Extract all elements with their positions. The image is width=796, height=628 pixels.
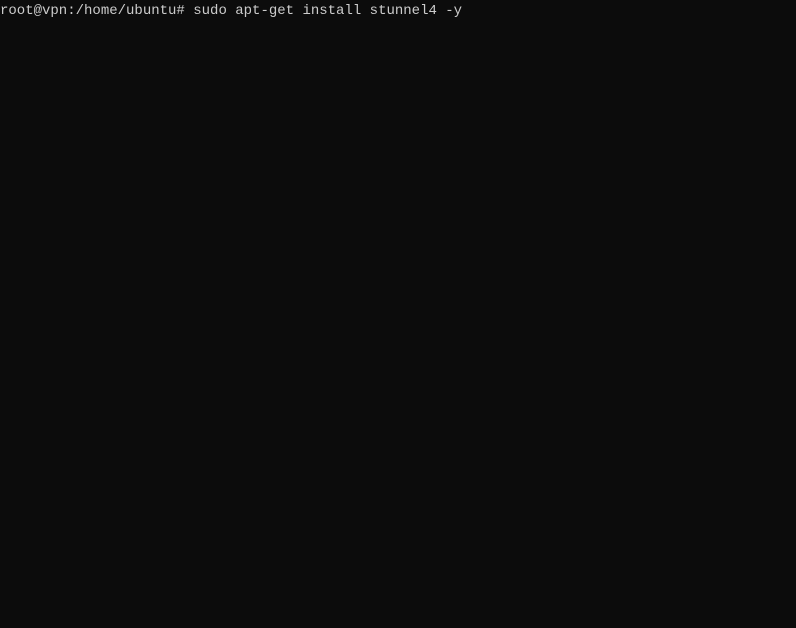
terminal-window[interactable]: root@vpn:/home/ubuntu# sudo apt-get inst… (0, 0, 796, 628)
command-input[interactable]: sudo apt-get install stunnel4 -y (193, 2, 462, 20)
shell-prompt: root@vpn:/home/ubuntu# (0, 2, 193, 20)
terminal-line: root@vpn:/home/ubuntu# sudo apt-get inst… (0, 2, 796, 20)
